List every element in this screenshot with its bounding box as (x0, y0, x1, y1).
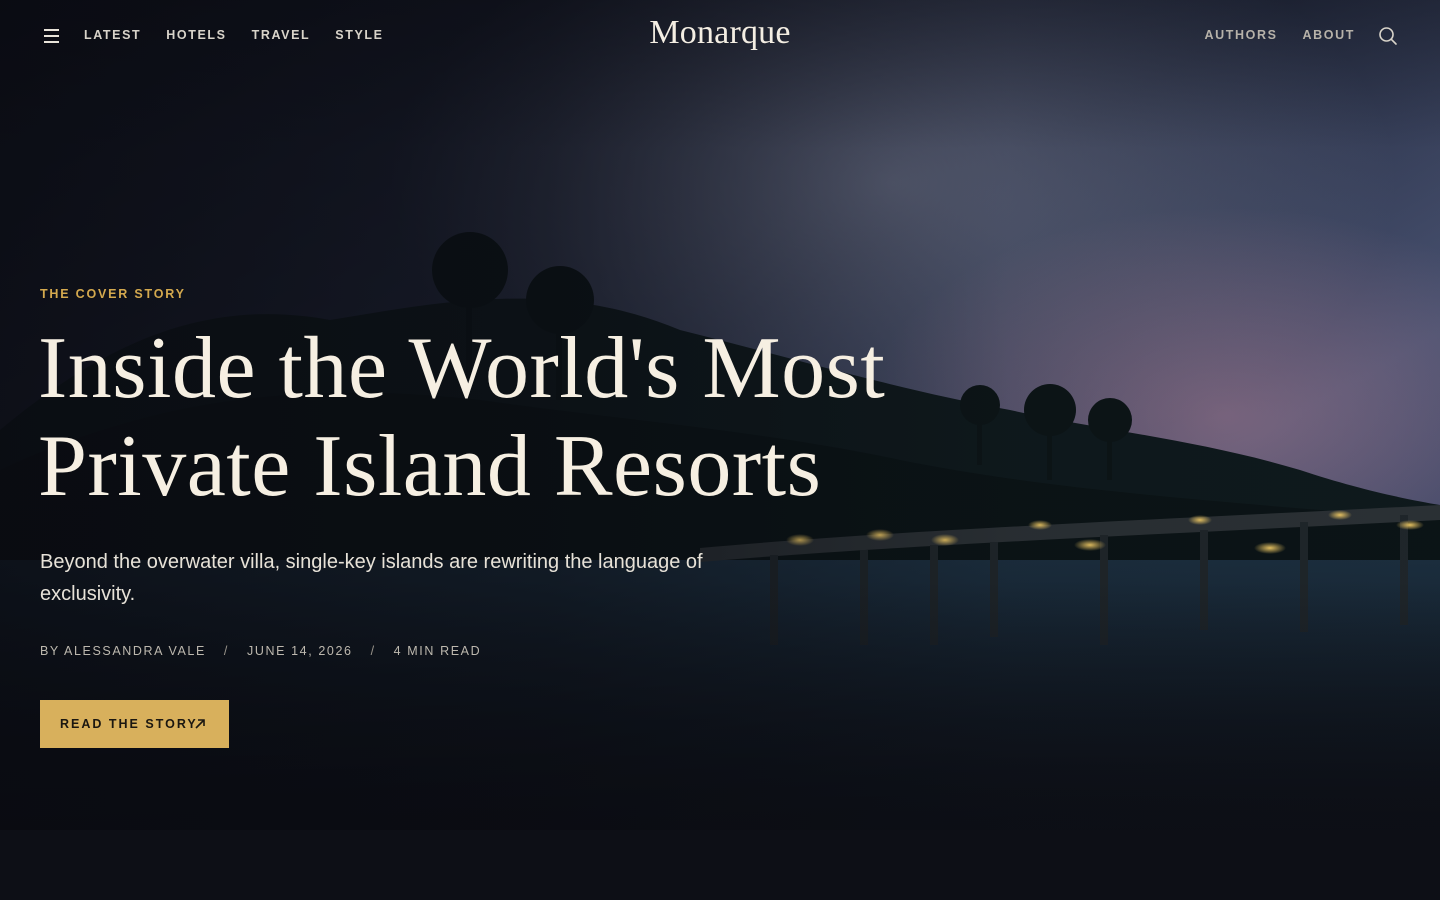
story-date: JUNE 14, 2026 (247, 644, 353, 658)
nav-link-authors[interactable]: AUTHORS (1205, 28, 1278, 42)
story-dek: Beyond the overwater villa, single-key i… (40, 551, 703, 605)
headline-line-2: Private Island Resorts (38, 418, 822, 515)
read-story-button[interactable]: READ THE STORY (40, 700, 229, 748)
search-icon[interactable] (1378, 26, 1398, 46)
headline-line-1: Inside the World's Most (38, 320, 886, 417)
story-kicker: THE COVER STORY (40, 287, 186, 301)
secondary-nav: AUTHORS ABOUT (1205, 28, 1355, 42)
meta-separator: / (223, 644, 229, 658)
hero-section: LATEST HOTELS TRAVEL STYLE Monarque AUTH… (0, 0, 1440, 830)
read-story-label: READ THE STORY (60, 717, 198, 731)
meta-separator: / (370, 644, 376, 658)
page-below-hero (0, 830, 1440, 900)
story-meta: BY ALESSANDRA VALE / JUNE 14, 2026 / 4 M… (40, 644, 481, 658)
story-headline[interactable]: Inside the World's Most Private Island R… (38, 320, 1018, 516)
story-read-time: 4 MIN READ (393, 644, 482, 658)
top-navigation: LATEST HOTELS TRAVEL STYLE Monarque AUTH… (0, 0, 1440, 72)
arrow-up-right-icon (195, 719, 205, 729)
story-author[interactable]: BY ALESSANDRA VALE (40, 644, 206, 658)
nav-link-about[interactable]: ABOUT (1303, 28, 1355, 42)
